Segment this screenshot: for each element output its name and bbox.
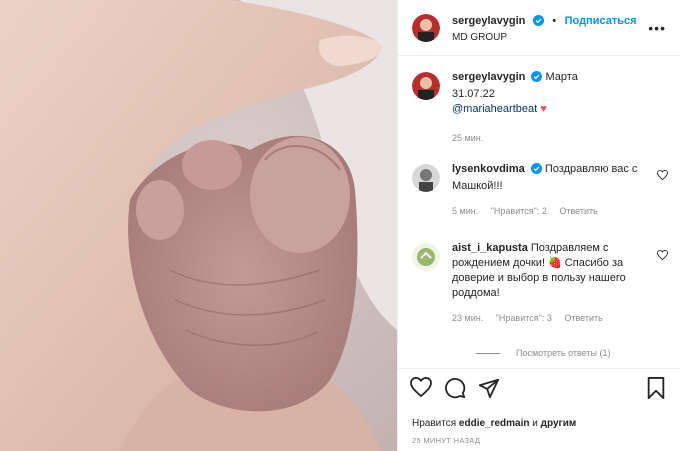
verified-icon <box>532 12 544 32</box>
post-photo[interactable] <box>0 0 397 451</box>
comment-username[interactable]: lysenkovdima <box>452 163 525 175</box>
caption-time: 25 мин. <box>452 133 484 143</box>
verified-icon <box>530 163 542 179</box>
comments-list: sergeylavygin Марта 31.07.22 @mariaheart… <box>398 56 680 373</box>
baby-foot-photo <box>0 0 397 451</box>
likes-others[interactable]: другим <box>541 418 577 429</box>
caption-row: sergeylavygin Марта 31.07.22 @mariaheart… <box>412 70 670 146</box>
comment-username[interactable]: aist_i_kapusta <box>452 242 528 254</box>
view-replies-button[interactable]: Посмотреть ответы (1) <box>476 348 611 358</box>
likes-summary: Нравится eddie_redmain и другим <box>412 418 576 429</box>
caption-mention[interactable]: @mariaheartbeat <box>452 103 537 115</box>
avatar[interactable] <box>412 13 440 42</box>
caption-text: Марта <box>545 71 578 83</box>
follow-button[interactable]: Подписаться <box>565 15 637 27</box>
post-timestamp[interactable]: 25 МИНУТ НАЗАД <box>412 436 480 445</box>
comment-likes[interactable]: "Нравится": 2 <box>491 206 547 216</box>
verified-icon <box>531 71 543 87</box>
replies-divider <box>476 352 500 354</box>
location-label[interactable]: MD GROUP <box>452 32 637 45</box>
caption-username[interactable]: sergeylavygin <box>452 71 525 83</box>
bookmark-icon[interactable] <box>646 377 668 399</box>
like-heart-icon[interactable] <box>410 376 432 399</box>
comment-icon[interactable] <box>444 377 466 399</box>
avatar[interactable] <box>412 164 440 192</box>
more-options-icon[interactable]: ••• <box>648 20 666 36</box>
post-sidebar: sergeylavygin • Подписаться MD GROUP •••… <box>397 0 680 451</box>
likes-user[interactable]: eddie_redmain <box>459 418 530 429</box>
separator-dot: • <box>552 15 557 28</box>
caption-date: 31.07.22 <box>452 88 495 100</box>
post-view: sergeylavygin • Подписаться MD GROUP •••… <box>0 0 680 451</box>
comment-item: lysenkovdima Поздравляю вас с Машкой!!! … <box>412 162 670 219</box>
avatar[interactable] <box>412 243 440 271</box>
avatar[interactable] <box>412 72 440 100</box>
reply-button[interactable]: Ответить <box>559 206 597 216</box>
reply-button[interactable]: Ответить <box>564 313 602 323</box>
comment-time: 5 мин. <box>452 206 479 216</box>
comment-like-heart-icon[interactable] <box>657 249 668 263</box>
share-icon[interactable] <box>478 377 500 399</box>
view-replies-label[interactable]: Посмотреть ответы (1) <box>516 348 611 358</box>
likes-and: и <box>532 418 538 429</box>
comment-like-heart-icon[interactable] <box>657 169 668 183</box>
comment-item: aist_i_kapusta Поздравляем с рождением д… <box>412 241 670 326</box>
post-header: sergeylavygin • Подписаться MD GROUP ••• <box>398 0 680 56</box>
comment-time: 23 мин. <box>452 313 484 323</box>
action-bar <box>398 368 680 405</box>
heart-emoji: ♥ <box>540 103 547 115</box>
comment-likes[interactable]: "Нравится": 3 <box>496 313 552 323</box>
header-username[interactable]: sergeylavygin <box>452 15 525 27</box>
likes-prefix: Нравится <box>412 418 457 429</box>
